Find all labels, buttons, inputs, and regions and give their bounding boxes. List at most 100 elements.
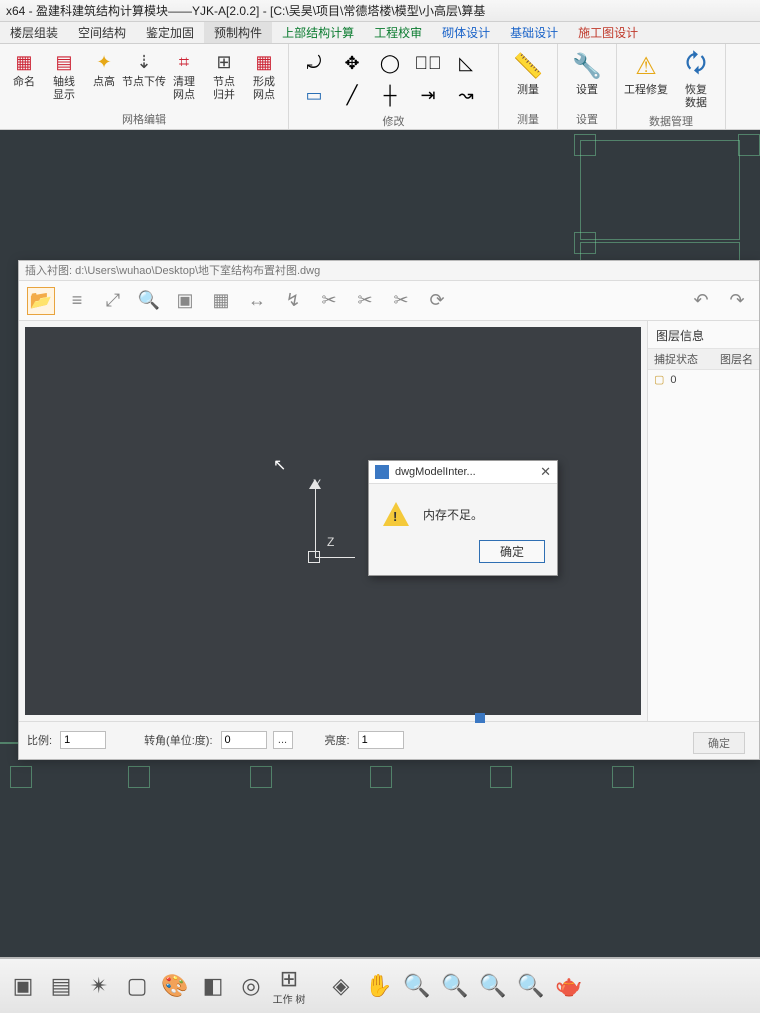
arrow-icon[interactable]: ⇥ xyxy=(411,80,445,110)
bt-zoomplus[interactable]: 🔍 xyxy=(400,963,434,1009)
bt-zoomhist[interactable]: 🔍 xyxy=(514,963,548,1009)
move-icon[interactable]: ✥ xyxy=(335,48,369,78)
close-icon[interactable]: ✕ xyxy=(540,464,551,480)
spray-icon: ✴ xyxy=(90,974,108,998)
modal-header[interactable]: dwgModelInter... ✕ xyxy=(369,461,557,484)
col-layer: 图层名 xyxy=(720,351,753,367)
path-icon[interactable]: ↝ xyxy=(449,80,483,110)
layer-value: 0 xyxy=(670,374,676,386)
menu-item[interactable]: 砌体设计 xyxy=(432,22,500,43)
menu-item[interactable]: 基础设计 xyxy=(500,22,568,43)
menu-item[interactable]: 鉴定加固 xyxy=(136,22,204,43)
warning-icon xyxy=(383,502,409,526)
ribbon-group-settings: 🔧设置 设置 xyxy=(558,44,617,129)
bright-label: 亮度: xyxy=(325,732,350,748)
clean-icon: ⌗ xyxy=(170,48,198,76)
shadow-icon: ◧ xyxy=(203,974,224,998)
bt-cube[interactable]: ▣ xyxy=(6,963,40,1009)
hand-icon: ✋ xyxy=(365,974,392,998)
bt-box[interactable]: ▢ xyxy=(120,963,154,1009)
cube-icon[interactable]: ▣ xyxy=(171,287,199,315)
bt-iso[interactable]: ◈ xyxy=(324,963,358,1009)
bottom-toolbar: ▣ ▤ ✴ ▢ 🎨 ◧ ◎ ⊞工作 树 ◈ ✋ 🔍 🔍 🔍 🔍 🫖 xyxy=(0,957,760,1013)
axis-line xyxy=(315,557,355,558)
insert-ok-button[interactable]: 确定 xyxy=(693,732,745,754)
btn-axis[interactable]: ▤轴线 显示 xyxy=(44,46,84,104)
snap-icon: ◎ xyxy=(241,974,260,998)
btn-merge[interactable]: ⊞节点 归并 xyxy=(204,46,244,104)
modal-ok-button[interactable]: 确定 xyxy=(479,540,545,563)
btn-restore[interactable]: 🗘恢复 数据 xyxy=(671,46,721,112)
refresh-icon[interactable]: ⟳ xyxy=(423,287,451,315)
bt-zoomfit[interactable]: 🔍 xyxy=(438,963,472,1009)
menu-item[interactable]: 上部结构计算 xyxy=(272,22,364,43)
zoom-fit-icon: 🔍 xyxy=(441,974,468,998)
layer-toggle-icon[interactable]: ▢ xyxy=(654,373,664,386)
axis-origin-icon xyxy=(308,551,320,563)
bt-worktree[interactable]: ⊞工作 树 xyxy=(272,963,306,1009)
app-icon xyxy=(375,465,389,479)
col-capture: 捕捉状态 xyxy=(654,351,720,367)
menu-item[interactable]: 工程校审 xyxy=(364,22,432,43)
bt-zoomwin[interactable]: 🔍 xyxy=(476,963,510,1009)
arrow-tool-icon[interactable]: ↔ xyxy=(243,287,271,315)
layer-info-header: 图层信息 xyxy=(648,321,759,348)
line-icon[interactable]: ╱ xyxy=(335,80,369,110)
mirror-icon[interactable]: �⃒ xyxy=(411,48,445,78)
btn-height[interactable]: ✦点高 xyxy=(84,46,124,91)
menu-item[interactable]: 楼层组装 xyxy=(0,22,68,43)
menu-item[interactable]: 空间结构 xyxy=(68,22,136,43)
angle-input[interactable] xyxy=(221,731,267,749)
btn-clean[interactable]: ⌗清理 网点 xyxy=(164,46,204,104)
rect-icon[interactable]: ▭ xyxy=(297,80,331,110)
zoom-icon[interactable]: 🔍 xyxy=(135,287,163,315)
menu-item[interactable]: 预制构件 xyxy=(204,22,272,43)
pick-icon[interactable]: ⤢ xyxy=(99,287,127,315)
bt-layer[interactable]: ▤ xyxy=(44,963,78,1009)
ratio-input[interactable] xyxy=(60,731,106,749)
insert-toolbar: 📂 ≡ ⤢ 🔍 ▣ ▦ ↔ ↯ ✂ ✂ ✂ ⟳ ↶ ↷ xyxy=(19,281,759,321)
undo-icon[interactable]: ↶ xyxy=(687,287,715,315)
axis-icon: ▤ xyxy=(50,48,78,76)
triangle-icon[interactable]: ◺ xyxy=(449,48,483,78)
shield-warn-icon: ⚠ xyxy=(628,48,664,84)
bright-input[interactable] xyxy=(358,731,404,749)
group-label: 修改 xyxy=(293,112,494,131)
cut3-icon[interactable]: ✂ xyxy=(387,287,415,315)
grid-tool-icon[interactable]: ▦ xyxy=(207,287,235,315)
bt-color[interactable]: 🎨 xyxy=(158,963,192,1009)
btn-form[interactable]: ▦形成 网点 xyxy=(244,46,284,104)
restore-icon: 🗘 xyxy=(678,48,714,84)
axis-line xyxy=(315,487,316,557)
group-label: 测量 xyxy=(503,110,553,129)
ribbon: ▦命名 ▤轴线 显示 ✦点高 ⇣节点下传 ⌗清理 网点 ⊞节点 归并 ▦形成 网… xyxy=(0,44,760,130)
zoom-in-icon: 🔍 xyxy=(403,974,430,998)
divide-icon[interactable]: ┼ xyxy=(373,80,407,110)
bt-spray[interactable]: ✴ xyxy=(82,963,116,1009)
modal-title: dwgModelInter... xyxy=(395,466,540,478)
layer-row[interactable]: ▢ 0 xyxy=(648,370,759,389)
bt-snap[interactable]: ◎ xyxy=(234,963,268,1009)
btn-measure[interactable]: 📏测量 xyxy=(503,46,553,99)
btn-settings[interactable]: 🔧设置 xyxy=(562,46,612,99)
circle-icon[interactable]: ◯ xyxy=(373,48,407,78)
form-icon: ▦ xyxy=(250,48,278,76)
cut-icon[interactable]: ✂ xyxy=(315,287,343,315)
redo-icon[interactable]: ↷ xyxy=(723,287,751,315)
bt-teapot[interactable]: 🫖 xyxy=(552,963,586,1009)
ribbon-group-modify: ⤾ ✥ ◯ �⃒ ◺ ▭ ╱ ┼ ⇥ ↝ 修改 xyxy=(289,44,499,129)
bt-pan[interactable]: ✋ xyxy=(362,963,396,1009)
bt-shadow[interactable]: ◧ xyxy=(196,963,230,1009)
cut2-icon[interactable]: ✂ xyxy=(351,287,379,315)
slider-handle[interactable] xyxy=(475,713,485,723)
link-icon[interactable]: ↯ xyxy=(279,287,307,315)
menu-item[interactable]: 施工图设计 xyxy=(568,22,648,43)
btn-node-down[interactable]: ⇣节点下传 xyxy=(124,46,164,91)
btn-name[interactable]: ▦命名 xyxy=(4,46,44,91)
layer-icon[interactable]: ≡ xyxy=(63,287,91,315)
insert-status-bar: 比例: 转角(单位:度): ... 亮度: 确定 xyxy=(19,721,759,758)
rotate-icon[interactable]: ⤾ xyxy=(297,48,331,78)
open-file-icon[interactable]: 📂 xyxy=(27,287,55,315)
angle-more-button[interactable]: ... xyxy=(273,731,293,749)
btn-repair[interactable]: ⚠工程修复 xyxy=(621,46,671,99)
